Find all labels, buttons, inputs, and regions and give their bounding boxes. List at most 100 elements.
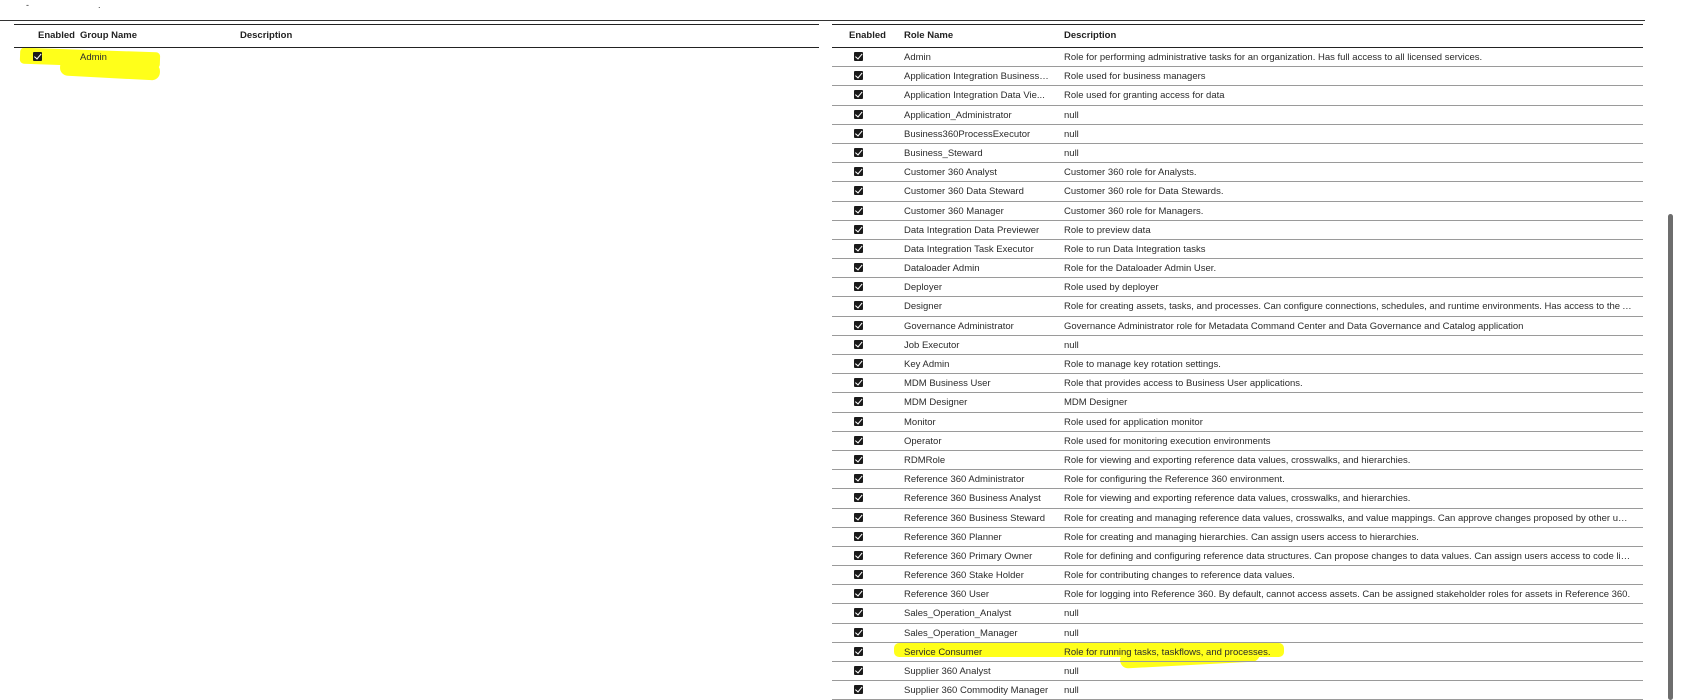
table-row[interactable]: Reference 360 Planner Role for creating a… (832, 528, 1643, 547)
enabled-checkbox[interactable] (33, 52, 42, 61)
role-name-cell: MDM Business User (904, 378, 991, 390)
column-header-description[interactable]: Description (240, 30, 292, 41)
enabled-checkbox[interactable] (854, 128, 863, 138)
table-row[interactable]: Reference 360 Stake Holder Role for contr… (832, 566, 1643, 586)
table-row[interactable]: Customer 360 Analyst Customer 360 role fo… (832, 163, 1643, 183)
enabled-checkbox[interactable] (854, 685, 863, 695)
enabled-checkbox[interactable] (854, 397, 863, 407)
table-row[interactable]: Governance Administrator Governance Admin… (832, 317, 1643, 336)
table-row[interactable]: Reference 360 Business Steward Role for c… (832, 509, 1643, 528)
role-description-cell: Role for configuring the Reference 360 e… (1064, 474, 1285, 486)
table-row[interactable]: Supplier 360 Analyst null (832, 662, 1643, 682)
table-row[interactable]: Reference 360 Administrator Role for conf… (832, 470, 1643, 490)
table-row[interactable]: Designer Role for creating assets, tasks,… (832, 297, 1643, 317)
enabled-checkbox[interactable] (854, 454, 863, 464)
enabled-checkbox[interactable] (854, 512, 863, 522)
table-row[interactable]: Sales_Operation_Manager null (832, 624, 1643, 643)
enabled-checkbox[interactable] (854, 378, 863, 388)
role-name-cell: Designer (904, 301, 943, 313)
enabled-checkbox[interactable] (854, 243, 863, 253)
table-row[interactable]: Supplier 360 Commodity Manager null (832, 681, 1643, 700)
table-row[interactable]: Admin (14, 48, 819, 66)
enabled-checkbox[interactable] (854, 224, 863, 234)
table-row[interactable]: Business360ProcessExecutor null (832, 125, 1643, 144)
enabled-checkbox[interactable] (854, 52, 863, 61)
enabled-checkbox[interactable] (854, 109, 863, 119)
enabled-checkbox[interactable] (854, 550, 863, 560)
role-description-cell: Role for performing administrative tasks… (1064, 52, 1483, 63)
table-row[interactable]: Business_Steward null (832, 144, 1643, 164)
table-row[interactable]: MDM Business User Role that provides acce… (832, 374, 1643, 394)
table-row[interactable]: Monitor Role used for application monitor (832, 413, 1643, 432)
table-row[interactable]: Sales_Operation_Analyst null (832, 604, 1643, 624)
enabled-checkbox[interactable] (854, 339, 863, 349)
vertical-scrollbar[interactable] (1668, 214, 1673, 700)
table-row[interactable]: Reference 360 Business Analyst Role for v… (832, 489, 1643, 509)
enabled-checkbox[interactable] (854, 589, 863, 599)
enabled-checkbox[interactable] (854, 90, 863, 100)
enabled-checkbox[interactable] (854, 205, 863, 215)
table-row[interactable]: Job Executor null (832, 336, 1643, 355)
table-row[interactable]: Key Admin Role to manage key rotation set… (832, 355, 1643, 375)
column-header-description[interactable]: Description (1064, 30, 1116, 41)
enabled-checkbox[interactable] (854, 167, 863, 177)
table-row[interactable]: Service Consumer Role for running tasks, … (832, 643, 1643, 662)
table-row[interactable]: RDMRole Role for viewing and exporting re… (832, 451, 1643, 471)
enabled-checkbox[interactable] (854, 416, 863, 426)
enabled-checkbox[interactable] (854, 320, 863, 330)
table-row[interactable]: Data Integration Data Previewer Role to p… (832, 221, 1643, 240)
table-row[interactable]: Application Integration Business ... Role… (832, 67, 1643, 87)
enabled-checkbox[interactable] (854, 301, 863, 311)
role-name-cell: Deployer (904, 282, 943, 294)
table-row[interactable]: Customer 360 Data Steward Customer 360 ro… (832, 182, 1643, 202)
table-row[interactable]: Reference 360 Primary Owner Role for defi… (832, 547, 1643, 567)
role-name-cell: Admin (904, 52, 931, 63)
role-description-cell: Role used for business managers (1064, 71, 1206, 83)
group-name-cell: Admin (80, 52, 107, 63)
enabled-checkbox[interactable] (854, 186, 863, 196)
column-header-enabled[interactable]: Enabled (38, 30, 75, 41)
enabled-checkbox[interactable] (854, 666, 863, 675)
role-name-cell: Supplier 360 Commodity Manager (904, 685, 1049, 697)
role-name-cell: Reference 360 Administrator (904, 474, 1025, 486)
table-row[interactable]: Dataloader Admin Role for the Dataloader … (832, 259, 1643, 279)
enabled-checkbox[interactable] (854, 359, 863, 368)
table-row[interactable]: Operator Role used for monitoring executi… (832, 432, 1643, 451)
role-description-cell: Governance Administrator role for Metada… (1064, 320, 1524, 332)
enabled-checkbox[interactable] (854, 493, 863, 503)
column-header-enabled[interactable]: Enabled (849, 30, 886, 41)
table-row[interactable]: Reference 360 User Role for logging into … (832, 585, 1643, 605)
enabled-checkbox[interactable] (854, 435, 863, 445)
table-row[interactable]: Data Integration Task Executor Role to ru… (832, 240, 1643, 260)
enabled-checkbox[interactable] (854, 627, 863, 637)
groups-table-body: Admin (14, 48, 819, 66)
table-row[interactable]: MDM Designer MDM Designer (832, 393, 1643, 413)
role-description-cell: MDM Designer (1064, 397, 1128, 409)
top-divider (0, 20, 1645, 21)
enabled-checkbox[interactable] (854, 608, 863, 618)
enabled-checkbox[interactable] (854, 474, 863, 484)
column-header-group-name[interactable]: Group Name (80, 30, 137, 41)
role-description-cell: Role for creating and managing hierarchi… (1064, 531, 1419, 543)
roles-table-header: Enabled Role Name Description (832, 24, 1643, 48)
enabled-checkbox[interactable] (854, 570, 863, 580)
table-row[interactable]: Application Integration Data Vie... Role … (832, 86, 1643, 106)
enabled-checkbox[interactable] (854, 147, 863, 157)
table-row[interactable]: Application_Administrator null (832, 106, 1643, 125)
role-description-cell: null (1064, 608, 1079, 620)
role-name-cell: Business360ProcessExecutor (904, 128, 1031, 140)
table-row[interactable]: Customer 360 Manager Customer 360 role fo… (832, 202, 1643, 221)
enabled-checkbox[interactable] (854, 282, 863, 292)
enabled-checkbox[interactable] (854, 531, 863, 541)
role-name-cell: MDM Designer (904, 397, 968, 409)
enabled-checkbox[interactable] (854, 646, 863, 656)
role-description-cell: Role for creating and managing reference… (1064, 512, 1632, 524)
role-name-cell: Operator (904, 435, 942, 447)
table-row[interactable]: Deployer Role used by deployer (832, 278, 1643, 298)
table-row[interactable]: Admin Role for performing administrative … (832, 48, 1643, 68)
role-name-cell: RDMRole (904, 454, 946, 466)
enabled-checkbox[interactable] (854, 71, 863, 81)
column-header-role-name[interactable]: Role Name (904, 30, 953, 41)
role-description-cell: Role for viewing and exporting reference… (1064, 454, 1411, 466)
enabled-checkbox[interactable] (854, 263, 863, 273)
